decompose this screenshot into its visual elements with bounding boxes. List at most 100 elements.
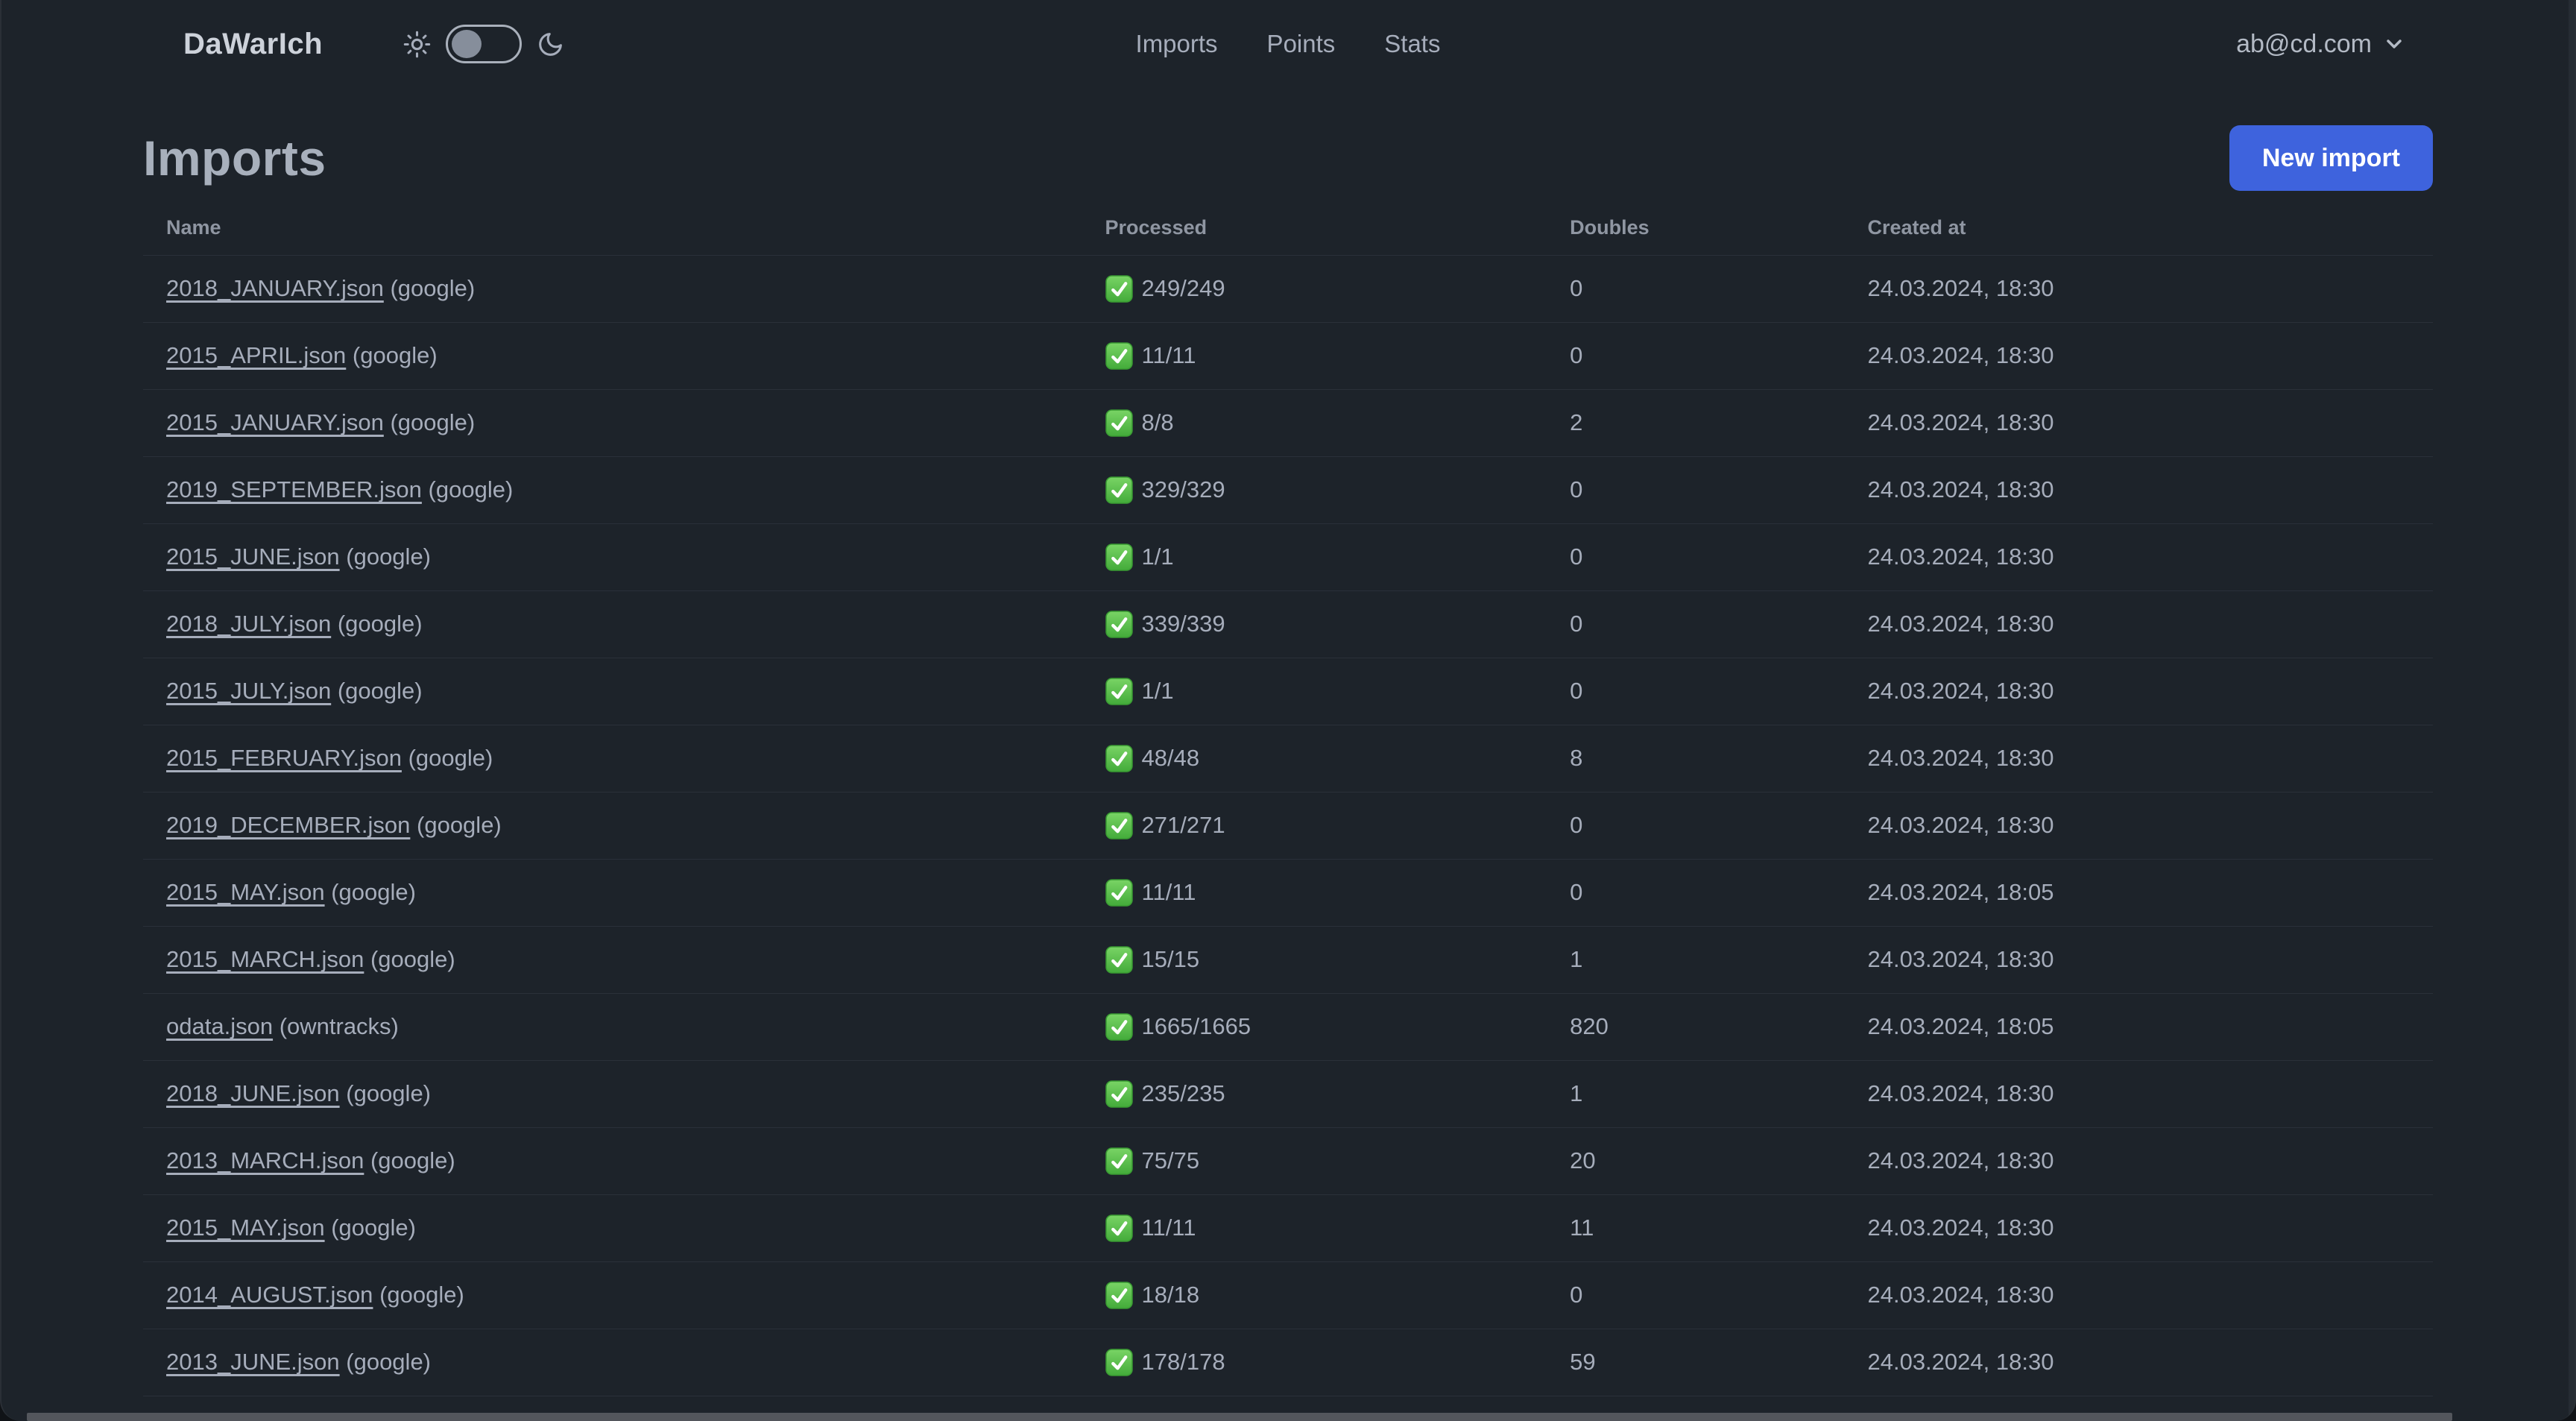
vertical-scrollbar[interactable] <box>2569 0 2575 1421</box>
doubles-cell: 59 <box>1547 1328 1845 1396</box>
new-import-button[interactable]: New import <box>2229 125 2433 191</box>
created-at-value: 24.03.2024, 18:05 <box>1867 879 2054 905</box>
import-source: (google) <box>370 1147 455 1173</box>
brand-logo[interactable]: DaWarIch <box>183 28 323 61</box>
created-at-value: 24.03.2024, 18:30 <box>1867 342 2054 368</box>
doubles-count: 0 <box>1570 476 1583 502</box>
import-file-link[interactable]: odata.json <box>166 1013 273 1039</box>
created-at-cell: 24.03.2024, 18:30 <box>1844 724 2433 792</box>
table-row: 2013_MARCH.json (google) 75/75 20 24.03.… <box>143 1127 2433 1194</box>
import-file-link[interactable]: 2018_JUNE.json <box>166 1080 340 1106</box>
table-row: 2018_JULY.json (google) 339/339 0 24.03.… <box>143 590 2433 658</box>
processed-cell: 235/235 <box>1082 1059 1547 1127</box>
import-source: (google) <box>390 409 476 435</box>
processed-count: 11/11 <box>1141 879 1196 905</box>
import-source: (google) <box>370 946 455 972</box>
created-at-cell: 24.03.2024, 18:30 <box>1844 590 2433 658</box>
created-at-cell: 24.03.2024, 18:30 <box>1844 1127 2433 1194</box>
created-at-cell: 24.03.2024, 18:30 <box>1844 456 2433 523</box>
doubles-cell: 0 <box>1547 657 1845 725</box>
doubles-cell: 2 <box>1547 388 1845 456</box>
green-check-icon <box>1105 610 1133 638</box>
doubles-count: 20 <box>1570 1147 1596 1173</box>
doubles-cell: 0 <box>1547 254 1845 322</box>
theme-toggle[interactable] <box>446 25 523 63</box>
import-file-link[interactable]: 2015_FEBRUARY.json <box>166 745 402 771</box>
created-at-cell: 24.03.2024, 18:30 <box>1844 523 2433 590</box>
created-at-cell: 24.03.2024, 18:30 <box>1844 1328 2433 1396</box>
doubles-count: 0 <box>1570 342 1583 368</box>
green-check-icon <box>1105 878 1133 907</box>
nav-link-points[interactable]: Points <box>1267 30 1336 58</box>
import-file-link[interactable]: 2018_JANUARY.json <box>166 275 384 301</box>
import-file-link[interactable]: 2015_MARCH.json <box>166 946 364 972</box>
import-source: (google) <box>337 611 423 637</box>
import-file-link[interactable]: 2015_JUNE.json <box>166 543 340 570</box>
name-cell: 2018_JUNE.json (google) <box>143 1059 1082 1127</box>
doubles-count: 0 <box>1570 812 1583 838</box>
import-file-link[interactable]: 2013_JUNE.json <box>166 1349 340 1375</box>
user-menu[interactable]: ab@cd.com <box>2236 30 2406 59</box>
theme-toggle-knob[interactable] <box>452 30 482 58</box>
doubles-count: 0 <box>1570 611 1583 637</box>
import-source: (google) <box>408 745 493 771</box>
created-at-cell: 24.03.2024, 18:30 <box>1844 254 2433 322</box>
green-check-icon <box>1105 744 1133 772</box>
navbar: DaWarIch Imports Points Stats ab@cd.com <box>1 0 2575 88</box>
name-cell: 2014_AUGUST.json (google) <box>143 1261 1082 1329</box>
import-file-link[interactable]: 2015_MAY.json <box>166 879 325 905</box>
processed-count: 18/18 <box>1141 1282 1200 1308</box>
import-file-link[interactable]: 2015_JULY.json <box>166 678 331 704</box>
nav-link-imports[interactable]: Imports <box>1136 30 1218 58</box>
green-check-icon <box>1105 677 1133 705</box>
nav-link-stats[interactable]: Stats <box>1384 30 1440 58</box>
name-cell: 2015_JANUARY.json (google) <box>143 388 1082 456</box>
doubles-cell: 0 <box>1547 1261 1845 1329</box>
table-row: 2015_APRIL.json (google) 11/11 0 24.03.2… <box>143 321 2433 389</box>
processed-cell: 249/249 <box>1082 254 1547 322</box>
import-file-link[interactable]: 2014_AUGUST.json <box>166 1282 373 1308</box>
name-cell: 2013_JUNE.json (google) <box>143 1328 1082 1396</box>
doubles-cell: 11 <box>1547 1194 1845 1261</box>
import-file-link[interactable]: 2013_MARCH.json <box>166 1147 364 1173</box>
processed-cell: 271/271 <box>1082 791 1547 859</box>
doubles-cell: 0 <box>1547 590 1845 658</box>
green-check-icon <box>1105 1147 1133 1175</box>
processed-cell: 1665/1665 <box>1082 992 1547 1060</box>
processed-count: 15/15 <box>1141 946 1200 972</box>
doubles-cell: 0 <box>1547 321 1845 389</box>
created-at-cell: 24.03.2024, 18:30 <box>1844 1261 2433 1329</box>
horizontal-scrollbar[interactable] <box>27 1413 2452 1421</box>
import-file-link[interactable]: 2019_DECEMBER.json <box>166 812 410 838</box>
import-source: (google) <box>331 1214 416 1241</box>
doubles-count: 0 <box>1570 275 1583 301</box>
doubles-cell: 8 <box>1547 724 1845 792</box>
user-email: ab@cd.com <box>2236 29 2372 58</box>
doubles-count: 0 <box>1570 543 1583 570</box>
import-source: (google) <box>331 879 416 905</box>
green-check-icon <box>1105 409 1133 437</box>
created-at-value: 24.03.2024, 18:30 <box>1867 1214 2054 1241</box>
import-source: (google) <box>346 1080 432 1106</box>
doubles-count: 2 <box>1570 409 1583 435</box>
import-source: (google) <box>346 1349 432 1375</box>
processed-cell: 8/8 <box>1082 388 1547 456</box>
green-check-icon <box>1105 811 1133 839</box>
import-file-link[interactable]: 2015_MAY.json <box>166 1214 325 1241</box>
processed-cell: 1/1 <box>1082 657 1547 725</box>
name-cell: 2015_APRIL.json (google) <box>143 321 1082 389</box>
import-file-link[interactable]: 2019_SEPTEMBER.json <box>166 476 422 502</box>
name-cell: 2015_JUNE.json (google) <box>143 523 1082 590</box>
import-file-link[interactable]: 2015_APRIL.json <box>166 342 346 368</box>
table-row: 2018_JUNE.json (google) 235/235 1 24.03.… <box>143 1059 2433 1127</box>
table-row: 2015_JULY.json (google) 1/1 0 24.03.2024… <box>143 657 2433 725</box>
processed-count: 339/339 <box>1141 611 1225 637</box>
processed-cell: 1/1 <box>1082 523 1547 590</box>
import-file-link[interactable]: 2018_JULY.json <box>166 611 331 637</box>
table-row: 2019_DECEMBER.json (google) 271/271 0 24… <box>143 791 2433 859</box>
created-at-cell: 24.03.2024, 18:30 <box>1844 1194 2433 1261</box>
import-file-link[interactable]: 2015_JANUARY.json <box>166 409 384 435</box>
green-check-icon <box>1105 476 1133 504</box>
name-cell: 2015_MAY.json (google) <box>143 858 1082 926</box>
name-cell: 2015_JULY.json (google) <box>143 657 1082 725</box>
